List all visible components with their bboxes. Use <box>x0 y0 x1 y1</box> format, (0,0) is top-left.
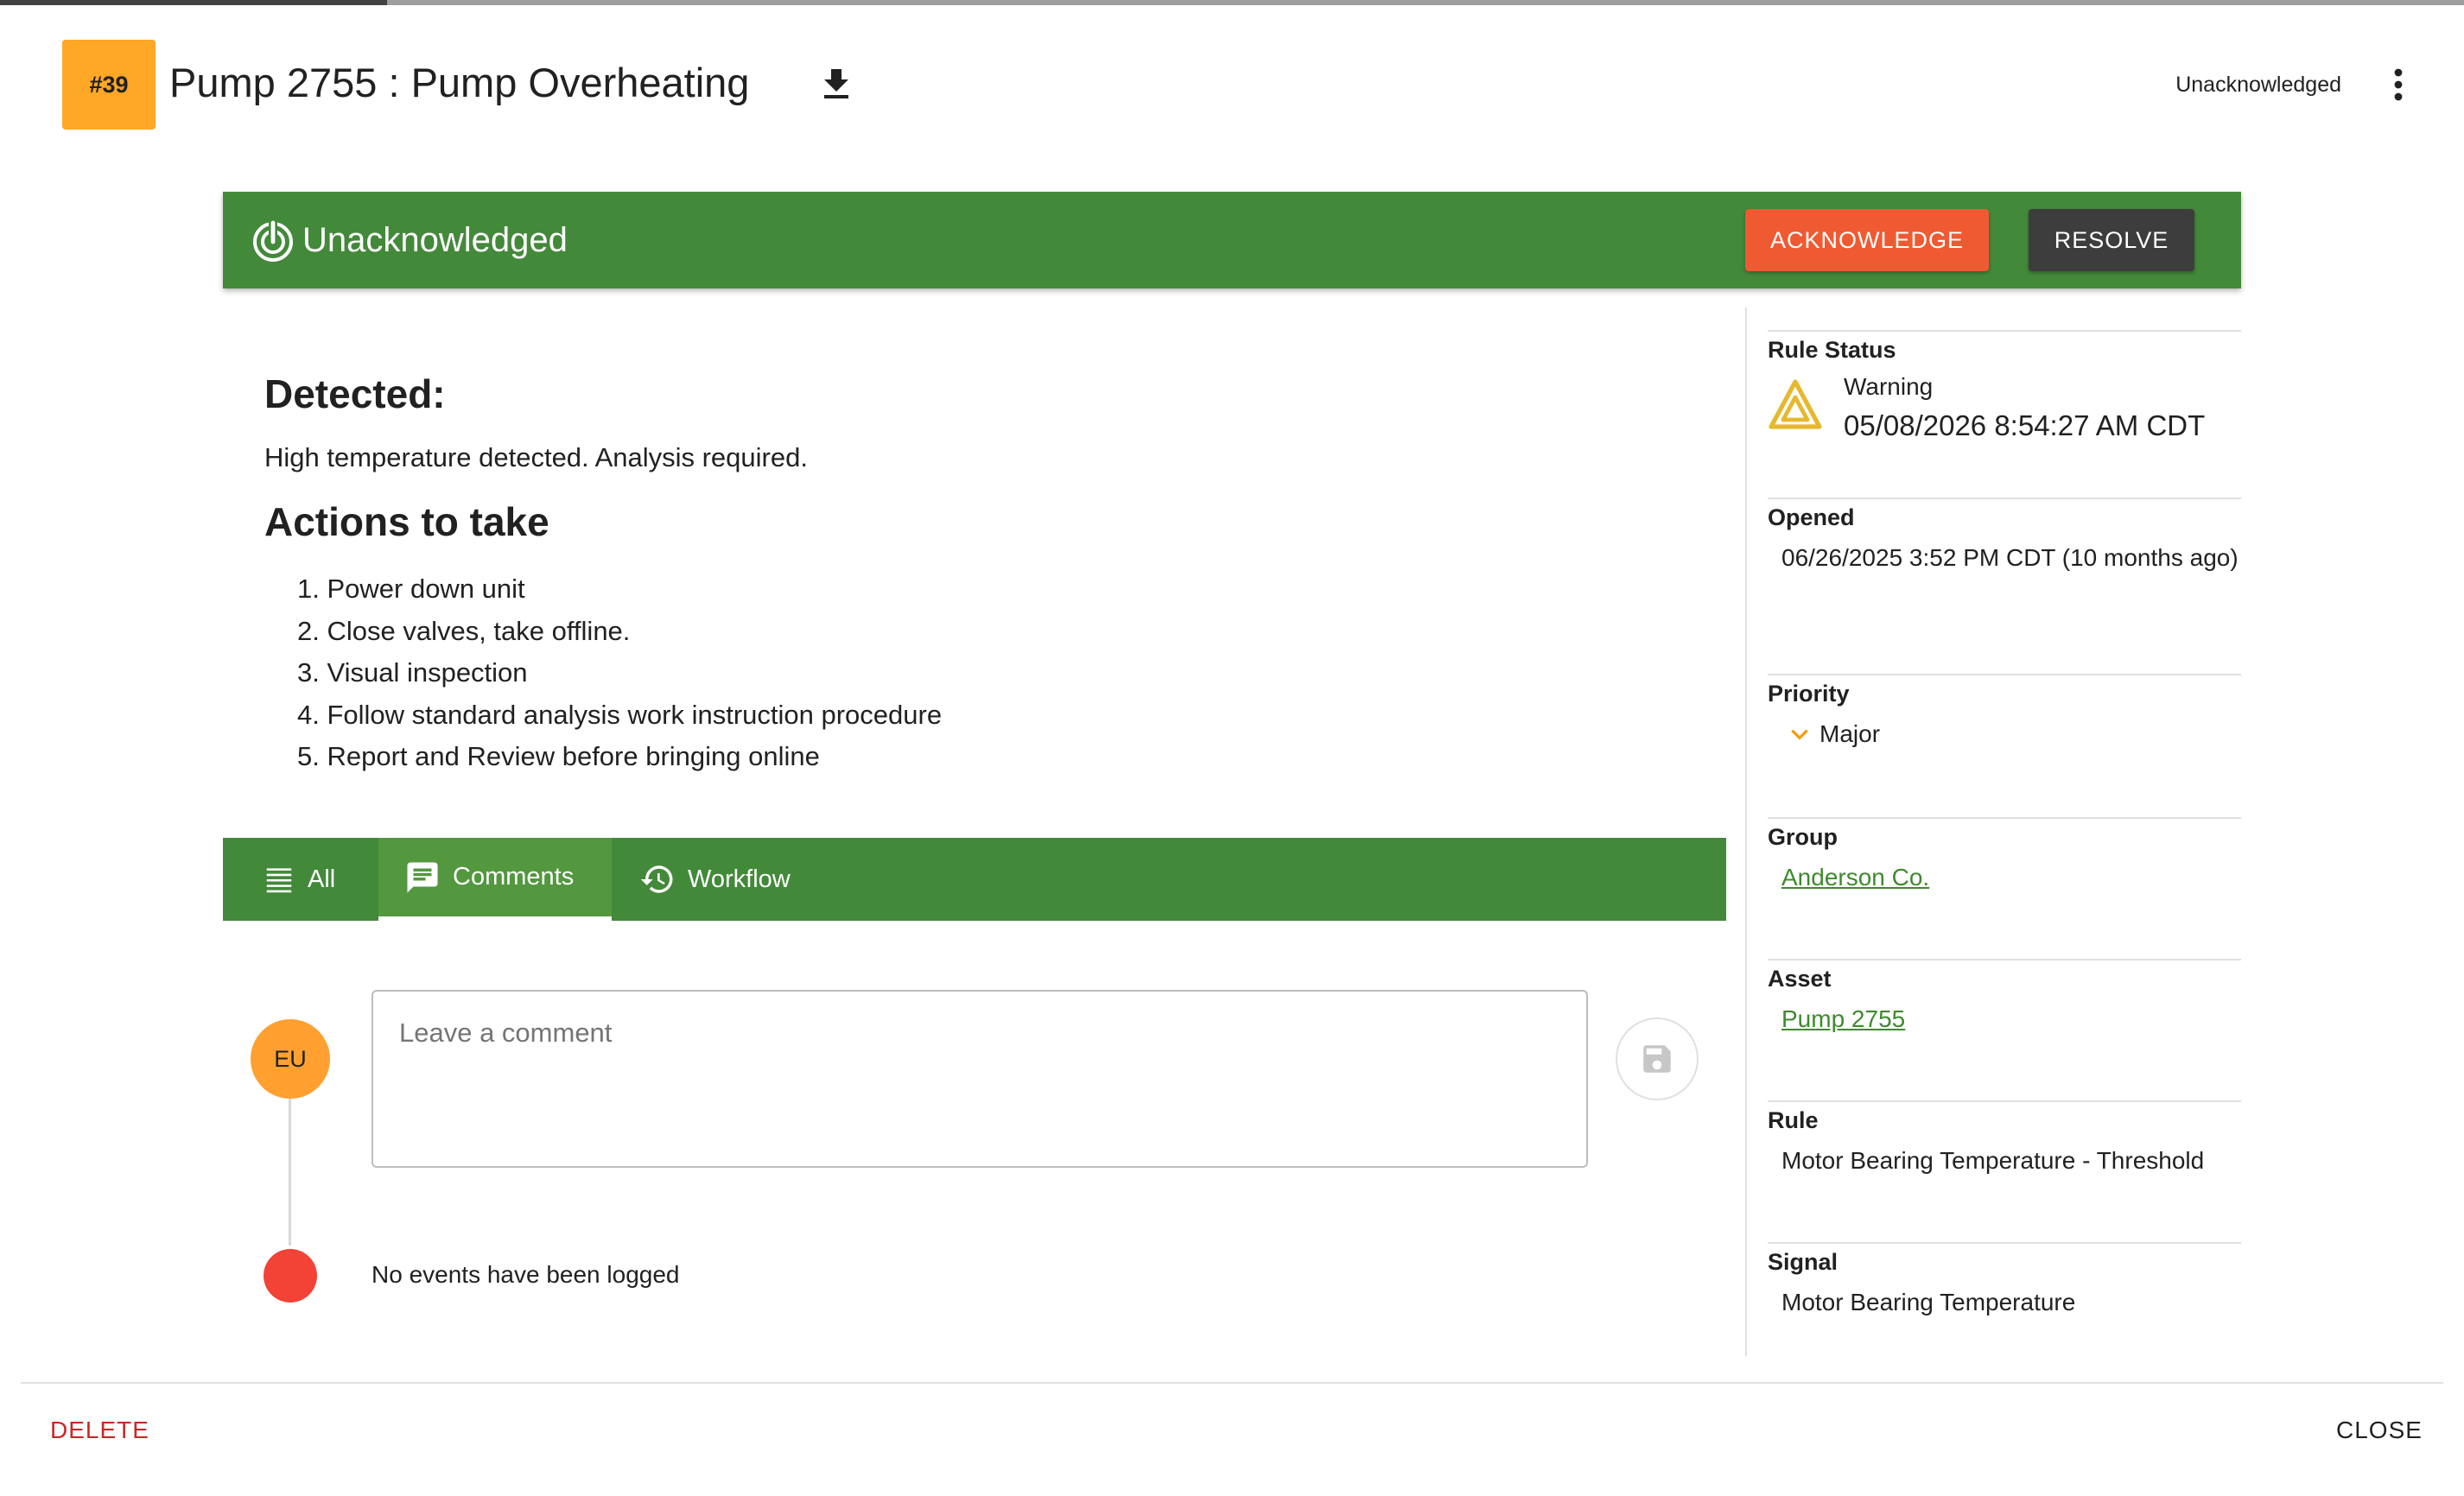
priority-label: Priority <box>1768 681 1850 707</box>
group-section: Group Anderson Co. <box>1768 817 2241 895</box>
more-vert-icon[interactable] <box>2381 64 2416 105</box>
tab-comments[interactable]: Comments <box>378 838 612 921</box>
top-scrollbar <box>0 0 2464 5</box>
priority-value: Major <box>1819 720 1881 747</box>
priority-section: Priority Major <box>1768 674 2241 751</box>
comment-input[interactable] <box>372 990 1588 1168</box>
alarm-detail-dialog: #39 Pump 2755 : Pump Overheating Unackno… <box>0 0 2464 1496</box>
header-status: Unacknowledged <box>2175 73 2341 97</box>
touch-icon <box>253 220 293 262</box>
chevron-down-icon <box>1791 729 1808 740</box>
acknowledge-button[interactable]: ACKNOWLEDGE <box>1745 209 1989 271</box>
detected-heading: Detected: <box>264 371 446 416</box>
panel-divider <box>1745 307 1747 1356</box>
signal-value: Motor Bearing Temperature <box>1781 1289 2076 1315</box>
actions-list: 1. Power down unit 2. Close valves, take… <box>297 568 942 778</box>
action-item: 1. Power down unit <box>297 574 525 604</box>
opened-section: Opened 06/26/2025 3:52 PM CDT (10 months… <box>1768 498 2241 575</box>
tab-workflow-label: Workflow <box>688 865 791 893</box>
resolve-button[interactable]: RESOLVE <box>2029 209 2194 271</box>
signal-label: Signal <box>1768 1249 1838 1275</box>
actions-heading: Actions to take <box>264 499 549 544</box>
list-icon <box>266 868 292 893</box>
action-item: 4. Follow standard analysis work instruc… <box>297 699 943 730</box>
save-icon <box>1643 1045 1671 1073</box>
action-item: 3. Visual inspection <box>297 657 528 688</box>
warning-icon <box>1769 379 1822 429</box>
status-banner: Unacknowledged ACKNOWLEDGE RESOLVE <box>223 192 2241 288</box>
rule-status-timestamp: 05/08/2026 8:54:27 AM CDT <box>1844 409 2206 441</box>
banner-status-label: Unacknowledged <box>302 221 568 259</box>
opened-label: Opened <box>1768 504 1855 530</box>
action-item: 5. Report and Review before bringing onl… <box>297 741 820 771</box>
timeline-line <box>289 1099 291 1246</box>
empty-events-text: No events have been logged <box>372 1261 680 1288</box>
activity-tabs: All Comments Workflow <box>223 838 1726 921</box>
asset-section: Asset Pump 2755 <box>1768 959 2241 1036</box>
download-icon[interactable] <box>816 64 857 105</box>
signal-section: Signal Motor Bearing Temperature <box>1768 1242 2241 1320</box>
comment-icon <box>407 862 438 892</box>
avatar: EU <box>251 1019 330 1099</box>
asset-link[interactable]: Pump 2755 <box>1781 1005 1905 1032</box>
opened-value: 06/26/2025 3:52 PM CDT (10 months ago) <box>1781 544 2239 571</box>
tab-workflow[interactable]: Workflow <box>612 838 836 921</box>
rule-section: Rule Motor Bearing Temperature - Thresho… <box>1768 1100 2241 1178</box>
tab-all[interactable]: All <box>223 838 378 921</box>
rule-status-section: Rule Status Warning 05/08/2026 8:54:27 A… <box>1768 330 2241 468</box>
rule-status-label: Rule Status <box>1768 337 1896 363</box>
tab-comments-label: Comments <box>453 863 575 891</box>
group-link[interactable]: Anderson Co. <box>1781 864 1929 891</box>
detected-text: High temperature detected. Analysis requ… <box>264 442 808 472</box>
save-comment-button[interactable] <box>1616 1017 1699 1100</box>
delete-button[interactable]: DELETE <box>35 1406 165 1455</box>
page-title: Pump 2755 : Pump Overheating <box>169 60 750 105</box>
asset-label: Asset <box>1768 966 1832 992</box>
footer-divider <box>21 1382 2443 1384</box>
tab-all-label: All <box>308 865 336 893</box>
close-button[interactable]: CLOSE <box>2321 1406 2438 1455</box>
group-label: Group <box>1768 824 1838 850</box>
rule-label: Rule <box>1768 1107 1819 1133</box>
rule-value: Motor Bearing Temperature - Threshold <box>1781 1147 2205 1174</box>
history-icon <box>640 865 673 893</box>
rule-status-value: Warning <box>1844 373 1934 400</box>
alarm-id-badge: #39 <box>62 40 156 130</box>
action-item: 2. Close valves, take offline. <box>297 615 631 646</box>
timeline-dot <box>264 1249 317 1303</box>
